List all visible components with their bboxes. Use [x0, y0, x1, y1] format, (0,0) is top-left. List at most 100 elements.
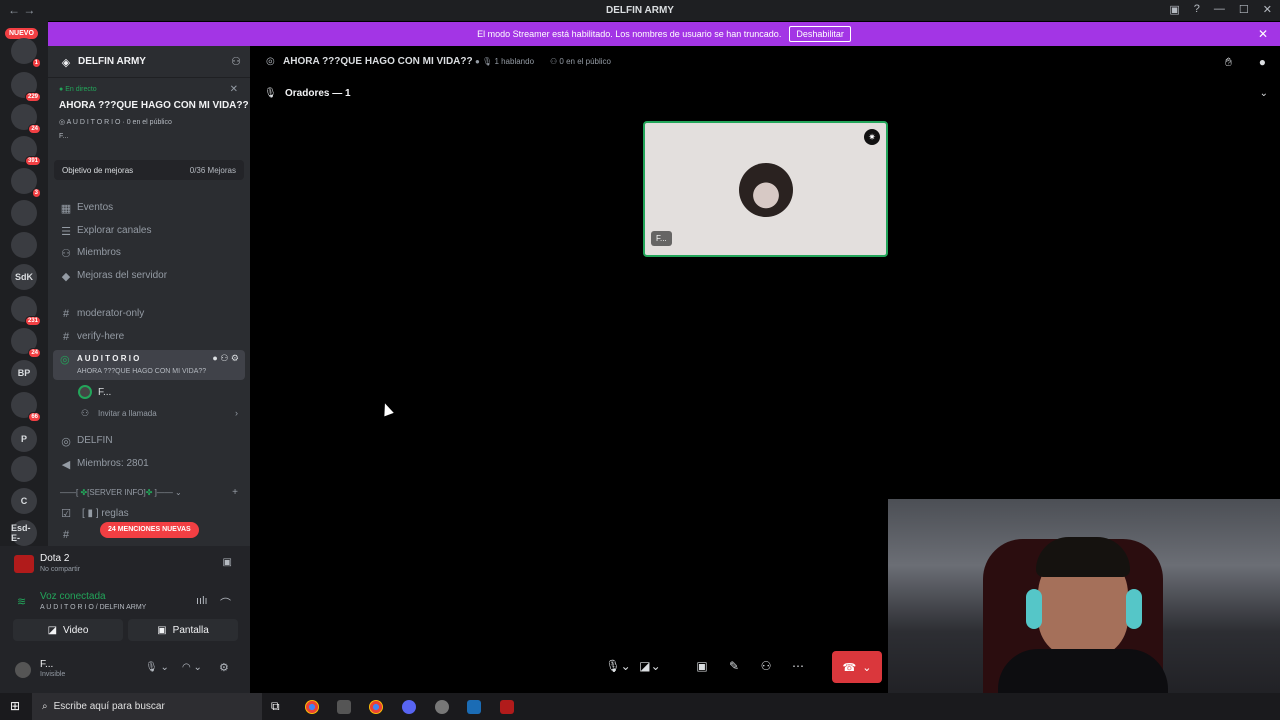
leave-call-button[interactable]: ☎ ⌄ [832, 651, 882, 683]
video-button[interactable]: ◪ Video [13, 619, 123, 641]
invite-icon[interactable]: ⚇ [750, 659, 782, 673]
task-view-icon[interactable]: ⧉ [271, 699, 280, 714]
speakers-header: Oradores — 1 [285, 88, 351, 99]
channel-moderator-only[interactable]: # moderator-only [48, 308, 250, 326]
activity-icon[interactable]: ✎ [718, 659, 750, 673]
camera-off-icon[interactable]: ◪⌄ [634, 659, 666, 673]
server-icon[interactable]: BP [11, 360, 37, 386]
voice-member[interactable]: F... [48, 385, 250, 403]
stage-channel-auditorio[interactable]: ◎ A U D I T O R I O AHORA ???QUE HAGO CO… [53, 350, 245, 380]
audience-count: ⚇ 0 en el público [550, 57, 611, 66]
boost-goal[interactable]: Objetivo de mejoras 0/36 Mejoras [54, 160, 244, 180]
maximize-button[interactable]: ☐ [1239, 3, 1249, 16]
minimize-button[interactable]: — [1214, 3, 1225, 16]
disable-streamer-mode-button[interactable]: Deshabilitar [789, 26, 851, 42]
taskbar-search[interactable]: ⌕ Escribe aquí para buscar [32, 693, 262, 720]
server-icon[interactable]: 24 [11, 328, 41, 358]
boost-goal-value: 0/36 Mejoras [189, 166, 236, 175]
server-icon[interactable]: 231 [11, 296, 41, 326]
speaker-tile[interactable]: F... ✷ [643, 121, 888, 257]
new-mentions-badge[interactable]: 24 MENCIONES NUEVAS [100, 522, 199, 538]
user-panel: Dota 2 No compartir ▣ ≋ Voz conectada A … [0, 546, 250, 693]
screen-share-icon[interactable]: ▣ [686, 659, 718, 673]
calendar-icon: ▦ [60, 203, 72, 215]
server-icon[interactable]: 229 [11, 72, 41, 102]
channel-delfin[interactable]: ◎ DELFIN [48, 435, 250, 453]
chevron-down-icon[interactable]: ⌄ [1260, 88, 1268, 99]
chat-icon[interactable]: ● [1259, 55, 1266, 69]
add-member-icon[interactable]: ⚇ [231, 55, 241, 68]
hash-icon: # [62, 529, 70, 541]
stage-channel: A U D I T O R I O [66, 119, 121, 126]
raise-hand-icon[interactable]: ✋︎ [1225, 55, 1232, 70]
gear-icon[interactable]: ⚙ [219, 661, 229, 674]
chat-icon[interactable]: ● [212, 353, 217, 363]
activity-status: No compartir [40, 566, 81, 573]
server-label: C [20, 496, 28, 506]
close-window-button[interactable]: ✕ [1263, 3, 1272, 16]
windows-start-icon[interactable]: ⊞ [10, 699, 20, 713]
server-label: Esd-E- [11, 523, 31, 543]
more-icon[interactable]: ⋯ [782, 659, 814, 673]
headphones-icon[interactable]: ◠ ⌄ [182, 662, 202, 673]
rules-icon: ☑ [61, 508, 71, 520]
server-icon[interactable] [11, 456, 37, 482]
live-stage-card[interactable]: ● En directo ✕ AHORA ???QUE HAGO CON MI … [48, 78, 250, 150]
voice-connected[interactable]: Voz conectada [40, 591, 106, 602]
screen-share-button[interactable]: ▣ Pantalla [128, 619, 238, 641]
server-icon[interactable]: C [11, 488, 37, 514]
server-icon[interactable] [11, 200, 37, 226]
chrome-icon[interactable] [369, 700, 383, 714]
server-label: P [20, 434, 27, 444]
server-icon[interactable]: SdK [11, 264, 37, 290]
channel-member-count[interactable]: ◀ Miembros: 2801 [48, 458, 250, 476]
screen-share-icon: ▣ [157, 624, 167, 636]
nav-browse-channels[interactable]: ☰ Explorar canales [48, 225, 250, 243]
disconnect-icon[interactable]: ⌒ [220, 595, 231, 611]
inbox-icon[interactable]: ▣ [1169, 3, 1179, 16]
server-icon[interactable]: Esd-E- [11, 520, 37, 546]
server-icon[interactable] [11, 232, 37, 258]
close-icon[interactable]: ✕ [230, 84, 238, 95]
server-header[interactable]: ◈ DELFIN ARMY ⚇ [48, 46, 250, 78]
dota-2-icon[interactable] [500, 700, 514, 714]
microphone-toggle-icon[interactable]: 🎙︎⌄ [602, 659, 634, 673]
add-channel-icon[interactable]: + [232, 487, 238, 498]
server-icon[interactable]: 3 [11, 168, 41, 198]
obs-icon[interactable] [435, 700, 449, 714]
nav-members[interactable]: ⚇ Miembros [48, 247, 250, 265]
server-icon[interactable]: 66 [11, 392, 41, 422]
discord-icon[interactable] [402, 700, 416, 714]
server-icon[interactable]: P [11, 426, 37, 452]
channel-verify-here[interactable]: # verify-here [48, 331, 250, 349]
app-icon[interactable] [337, 700, 351, 714]
server-label: SdK [15, 272, 33, 282]
user-avatar[interactable] [13, 660, 33, 680]
noise-suppression-icon[interactable]: ıılı [196, 595, 208, 607]
add-member-icon: ⚇ [81, 408, 90, 418]
dota-2-icon [14, 555, 34, 573]
category-server-info[interactable]: ——[ ✤[SERVER INFO]✤ ]—— ⌄ + [48, 487, 250, 502]
add-member-icon[interactable]: ⚇ [220, 353, 228, 363]
mention-badge: 24 [28, 348, 41, 358]
gear-icon[interactable]: ⚙ [231, 353, 239, 363]
chrome-icon[interactable] [305, 700, 319, 714]
stage-channel-topic: AHORA ???QUE HAGO CON MI VIDA?? [77, 368, 207, 375]
steam-icon[interactable] [467, 700, 481, 714]
mention-badge: 229 [24, 92, 41, 102]
server-icon[interactable]: 1 [11, 38, 41, 68]
hangup-icon: ☎ [842, 661, 857, 674]
channel-reglas[interactable]: ☑ [ ▮ ] reglas [48, 507, 250, 523]
help-icon[interactable]: ? [1194, 3, 1200, 16]
server-icon[interactable]: 24 [11, 104, 41, 134]
mention-badge: 391 [24, 156, 41, 166]
server-icon[interactable]: 391 [11, 136, 41, 166]
nav-server-boosts[interactable]: ◆ Mejoras del servidor [48, 270, 250, 288]
stream-icon[interactable]: ▣ [223, 557, 232, 568]
close-icon[interactable]: ✕ [1258, 27, 1268, 41]
nav-events[interactable]: ▦ Eventos [48, 202, 250, 220]
microphone-icon[interactable]: 🎙︎ ⌄ [145, 662, 169, 673]
mention-badge: 66 [28, 412, 41, 422]
invite-to-call[interactable]: ⚇ Invitar a llamada › [48, 408, 250, 424]
speaker-avatar [739, 163, 793, 217]
